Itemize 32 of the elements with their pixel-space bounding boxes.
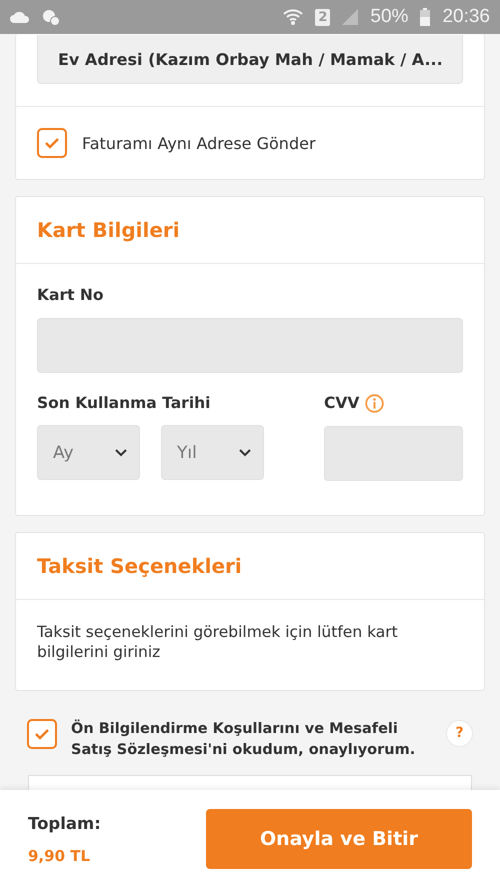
field-label: Son Kullanma Tarihi [37, 394, 210, 412]
check-icon [44, 137, 60, 149]
notification-icon [42, 8, 60, 26]
section-title: Kart Bilgileri [37, 217, 181, 244]
help-button[interactable]: ? [446, 720, 473, 746]
signal-icon [342, 9, 358, 25]
total-amount: 9,90 TL [28, 846, 92, 864]
total-label: Toplam: [28, 814, 102, 832]
check-icon [34, 728, 50, 740]
month-select[interactable]: Ay [37, 425, 140, 480]
agreement-label: Ön Bilgilendirme Koşullarını ve Mesafeli Satış Sözleşmesi'ni okudum, onaylıyorum. [71, 718, 416, 760]
confirm-button[interactable]: Onayla ve Bitir [206, 809, 472, 869]
address-select[interactable]: Ev Adresi (Kazım Orbay Mah / Mamak / A... [37, 35, 463, 84]
clock: 20:36 [442, 6, 490, 28]
checkbox[interactable] [37, 128, 67, 158]
year-select[interactable]: Yıl [161, 425, 264, 480]
section-title: Taksit Seçenekleri [37, 552, 243, 580]
card-number-field[interactable] [37, 318, 463, 373]
cvv-field[interactable] [324, 426, 463, 480]
chevron-down-icon [115, 448, 127, 456]
wifi-icon [283, 8, 304, 26]
checkbox-label: Faturamı Aynı Adrese Gönder [82, 134, 316, 152]
chevron-down-icon [239, 448, 251, 456]
field-label: CVV [324, 394, 360, 412]
cloud-icon [10, 11, 30, 23]
sim-badge: 2 [315, 8, 330, 26]
info-icon[interactable] [365, 394, 384, 412]
checkbox[interactable] [27, 718, 57, 748]
info-message: Taksit seçeneklerini görebilmek için lütfen kart bilgilerini giriniz [37, 622, 399, 662]
field-label: Kart No [37, 286, 105, 304]
battery-percent: 50% [370, 6, 408, 28]
battery-icon [420, 8, 430, 26]
